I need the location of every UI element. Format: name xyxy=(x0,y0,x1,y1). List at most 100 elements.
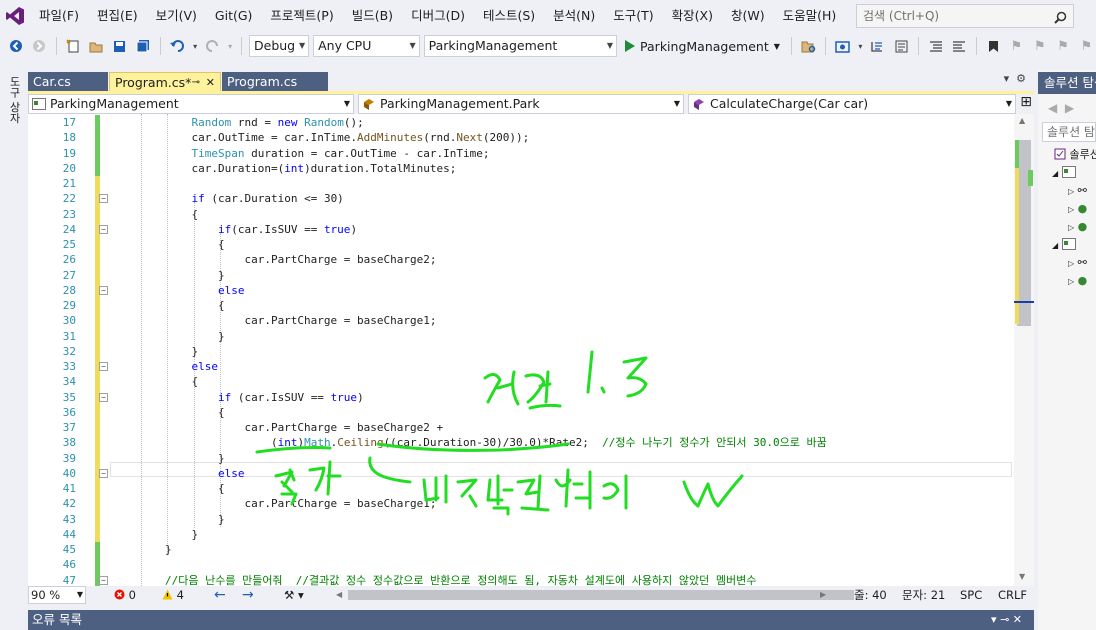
code-line[interactable]: 34 { xyxy=(28,374,1014,390)
warning-count[interactable]: 4 xyxy=(162,586,184,604)
forward-icon[interactable]: ▶ xyxy=(1065,101,1074,115)
code-line[interactable]: 38 (int)Math.Ceiling((car.Duration-30)/3… xyxy=(28,435,1014,451)
code-line[interactable]: 40 − else xyxy=(28,465,1014,481)
outline-icon[interactable] xyxy=(892,35,911,57)
code-line[interactable]: 29 { xyxy=(28,298,1014,314)
expanded-arrow-icon[interactable]: ◢ xyxy=(1052,169,1058,178)
save-icon[interactable] xyxy=(110,35,129,57)
tree-item-dependencies[interactable]: ▷ ⚯ xyxy=(1038,182,1096,200)
menu-item[interactable]: 도움말(H) xyxy=(774,0,846,32)
bookmark-next-icon[interactable]: ⚑ xyxy=(1030,35,1049,57)
menu-item[interactable]: 빌드(B) xyxy=(343,0,402,32)
navigate-back-icon[interactable]: ← xyxy=(214,586,226,604)
solution-explorer-title[interactable]: 솔루션 탐색기 xyxy=(1038,72,1096,94)
code-line[interactable]: 27 } xyxy=(28,267,1014,283)
code-line[interactable]: 39 } xyxy=(28,450,1014,466)
collapsed-arrow-icon[interactable]: ▷ xyxy=(1068,277,1074,286)
collapsed-arrow-icon[interactable]: ▷ xyxy=(1068,187,1074,196)
scroll-right-icon[interactable]: ▶ xyxy=(820,586,826,604)
collapse-icon[interactable]: − xyxy=(99,362,108,371)
start-debugging-button[interactable]: ParkingManagement ▼ xyxy=(621,35,784,57)
bookmark-prev-icon[interactable]: ⚑ xyxy=(1007,35,1026,57)
code-line[interactable]: 43 } xyxy=(28,511,1014,527)
code-line[interactable]: 31 } xyxy=(28,328,1014,344)
tab-program-cs[interactable]: Program.cs xyxy=(222,72,328,92)
error-count[interactable]: 0 xyxy=(114,586,136,604)
tree-item-project[interactable]: ◢ xyxy=(1038,164,1096,182)
menu-item[interactable]: Git(G) xyxy=(206,0,262,32)
startup-project-dropdown[interactable]: ParkingManagement ▼ xyxy=(423,35,618,57)
scrollbar-thumb[interactable] xyxy=(1017,140,1031,326)
bookmark-prev-folder-icon[interactable]: ⚑ xyxy=(1053,35,1072,57)
new-item-icon[interactable] xyxy=(64,35,83,57)
member-dropdown[interactable]: CalculateCharge(Car car) ▼ xyxy=(688,94,1016,114)
code-line[interactable]: 35 − if (car.IsSUV == true) xyxy=(28,389,1014,405)
code-line[interactable]: 47 − //다음 난수를 만들어줘 //결과값 정수 정수값으로 반환으로 정의… xyxy=(28,572,1014,586)
code-line[interactable]: 19 TimeSpan duration = car.OutTime - car… xyxy=(28,145,1014,161)
type-dropdown[interactable]: ParkingManagement.Park ▼ xyxy=(358,94,684,114)
tab-list-and-settings-icon[interactable]: ▾ ⚙ xyxy=(1004,72,1026,85)
toolbar-overflow-icon[interactable]: ▾ xyxy=(856,35,864,57)
configuration-dropdown[interactable]: Debug ▼ xyxy=(249,35,310,57)
expanded-arrow-icon[interactable]: ◢ xyxy=(1052,241,1058,250)
undo-dropdown-icon[interactable]: ▾ xyxy=(191,35,199,57)
code-line[interactable]: 17 Random rnd = new Random(); xyxy=(28,115,1014,131)
navigate-forward-icon[interactable]: → xyxy=(242,586,254,604)
code-line[interactable]: 28 − else xyxy=(28,282,1014,298)
tree-item-project[interactable]: ◢ xyxy=(1038,236,1096,254)
code-line[interactable]: 33 − else xyxy=(28,359,1014,375)
tree-item-solution[interactable]: 솔루션 xyxy=(1038,146,1096,164)
code-line[interactable]: 22 − if (car.Duration <= 30) xyxy=(28,191,1014,207)
code-cleanup-icon[interactable]: ⚒ ▾ xyxy=(284,586,304,604)
step-icon[interactable] xyxy=(868,35,887,57)
code-line[interactable]: 36 { xyxy=(28,404,1014,420)
menu-item[interactable]: 파일(F) xyxy=(30,0,88,32)
collapse-icon[interactable]: − xyxy=(99,575,108,585)
horizontal-scrollbar-thumb[interactable] xyxy=(348,590,854,600)
collapse-icon[interactable]: − xyxy=(99,194,108,204)
code-line[interactable]: 25 { xyxy=(28,237,1014,253)
error-list-panel-header[interactable]: 오류 목록 ▾ ⊸ ✕ xyxy=(28,610,1034,630)
visual-studio-logo-icon[interactable] xyxy=(0,0,30,32)
collapse-icon[interactable]: − xyxy=(99,468,108,478)
code-line[interactable]: 42 car.PartCharge = baseCharge1; xyxy=(28,496,1014,512)
code-line[interactable]: 45 } xyxy=(28,542,1014,558)
solution-explorer-search-input[interactable]: 솔루션 탐색기 검색 xyxy=(1042,122,1096,142)
line-number-indicator[interactable]: 줄: 40 xyxy=(854,586,887,604)
code-line[interactable]: 21 xyxy=(28,176,1014,192)
scroll-left-icon[interactable]: ◀ xyxy=(336,586,342,604)
menu-item[interactable]: 디버그(D) xyxy=(402,0,474,32)
bookmark-icon[interactable] xyxy=(983,35,1002,57)
close-icon[interactable]: ✕ xyxy=(206,73,215,93)
code-line[interactable]: 44 } xyxy=(28,526,1014,542)
redo-icon[interactable] xyxy=(203,35,222,57)
back-icon[interactable] xyxy=(6,35,25,57)
code-line[interactable]: 24 − if(car.IsSUV == true) xyxy=(28,221,1014,237)
menu-item[interactable]: 분석(N) xyxy=(544,0,604,32)
pin-icon[interactable]: ⊸ xyxy=(192,73,200,93)
project-dropdown[interactable]: ParkingManagement ▼ xyxy=(28,94,354,114)
code-line[interactable]: 18 car.OutTime = car.InTime.AddMinutes(r… xyxy=(28,130,1014,146)
tab-program-cs-modified[interactable]: Program.cs* ⊸ ✕ xyxy=(109,72,221,92)
platform-dropdown[interactable]: Any CPU ▼ xyxy=(313,35,420,57)
menu-item[interactable]: 테스트(S) xyxy=(474,0,544,32)
whitespace-indicator[interactable]: SPC xyxy=(960,586,982,604)
menu-item[interactable]: 편집(E) xyxy=(88,0,147,32)
column-indicator[interactable]: 문자: 21 xyxy=(902,586,945,604)
tree-item-file[interactable]: ▷ ● xyxy=(1038,272,1096,290)
comment-out-icon[interactable] xyxy=(926,35,945,57)
line-ending-indicator[interactable]: CRLF xyxy=(998,586,1027,604)
tab-car-cs[interactable]: Car.cs xyxy=(28,72,108,92)
search-input[interactable]: 검색 (Ctrl+Q) xyxy=(856,4,1074,28)
redo-dropdown-icon[interactable]: ▾ xyxy=(226,35,234,57)
tree-item-file[interactable]: ▷ ● xyxy=(1038,218,1096,236)
scroll-up-icon[interactable]: ▲ xyxy=(1019,116,1025,125)
save-all-icon[interactable] xyxy=(134,35,153,57)
collapse-icon[interactable]: − xyxy=(99,392,108,402)
menu-item[interactable]: 확장(X) xyxy=(663,0,722,32)
tree-item-file[interactable]: ▷ ● xyxy=(1038,200,1096,218)
code-line[interactable]: 30 car.PartCharge = baseCharge1; xyxy=(28,313,1014,329)
code-line[interactable]: 23 { xyxy=(28,206,1014,222)
find-in-files-icon[interactable] xyxy=(799,35,818,57)
forward-icon[interactable] xyxy=(29,35,48,57)
